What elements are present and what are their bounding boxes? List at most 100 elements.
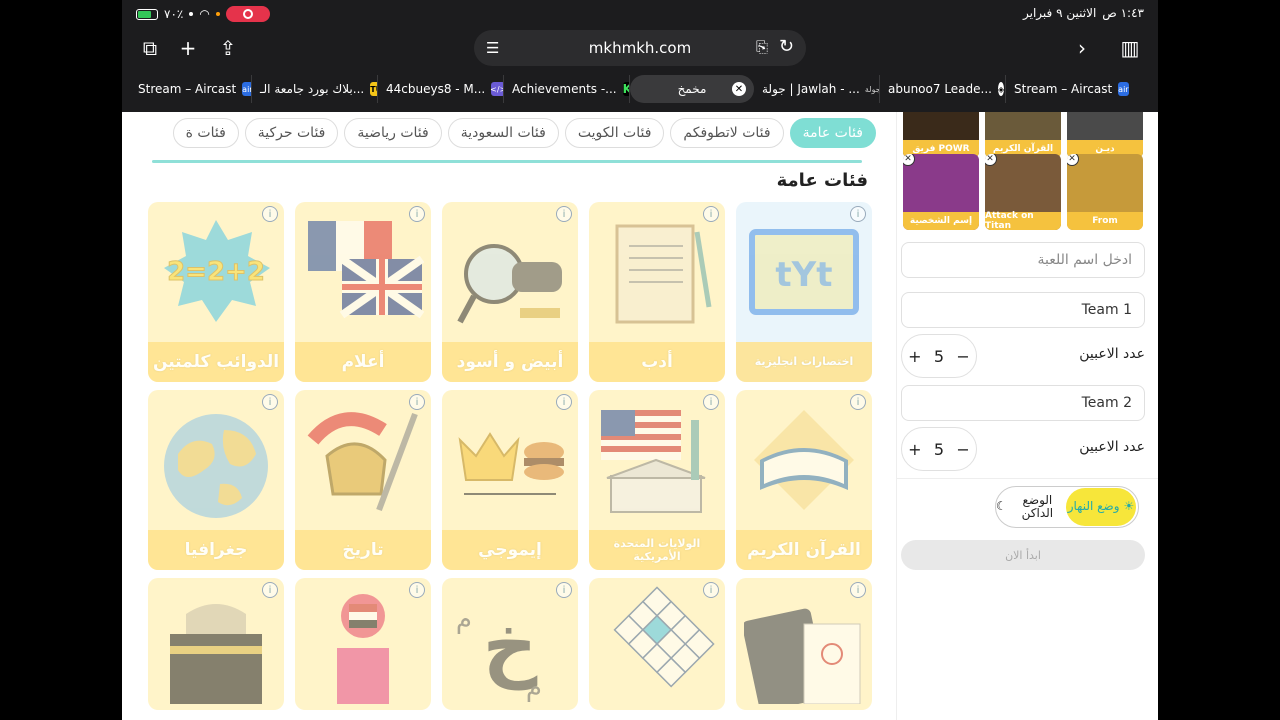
remove-icon[interactable]: ✕ [1067, 154, 1079, 166]
svg-text:2+2=2: 2+2=2 [167, 257, 265, 287]
tab-abunoo7[interactable]: abunoo7 Leade... ◈ [880, 75, 1006, 103]
info-icon[interactable]: i [409, 582, 425, 598]
card-label: تاريخ [295, 530, 431, 570]
web-page: فئات عامة فئات لاتطوفكم فئات الكويت فئات… [122, 112, 1158, 720]
selected-categories-top-row: فريق POWR القرآن الكريم ديـن [903, 112, 1147, 158]
selected-category[interactable]: إسم الشخصية ✕ [903, 154, 979, 230]
category-pill-kuwait[interactable]: فئات الكويت [564, 118, 665, 148]
info-icon[interactable]: i [556, 582, 572, 598]
team1-name-input[interactable]: Team 1 [901, 292, 1145, 328]
theme-toggle[interactable]: ☀ وضع النهار الوضع الداكن ☾ [995, 486, 1139, 528]
remove-icon[interactable]: ✕ [903, 154, 915, 166]
day-mode-option[interactable]: ☀ وضع النهار [1066, 488, 1136, 526]
category-pill-movement[interactable]: فئات حركية [244, 118, 339, 148]
category-card[interactable]: تاريخ i [295, 390, 431, 570]
category-card[interactable]: إيموجي i [442, 390, 578, 570]
remove-icon[interactable]: ✕ [985, 154, 997, 166]
info-icon[interactable]: i [556, 206, 572, 222]
category-card[interactable]: أعلام i [295, 202, 431, 382]
info-icon[interactable]: i [409, 206, 425, 222]
passport-art-icon [736, 578, 872, 710]
close-tab-icon[interactable]: ✕ [732, 82, 746, 96]
selected-category[interactable]: ديـن [1067, 112, 1143, 158]
tab-achievements[interactable]: Achievements -... K [504, 75, 630, 103]
category-card[interactable]: i [589, 578, 725, 710]
info-icon[interactable]: i [556, 394, 572, 410]
info-icon[interactable]: i [409, 394, 425, 410]
info-icon[interactable]: i [850, 582, 866, 598]
divider [897, 478, 1158, 479]
category-card[interactable]: الولايات المتحدة الأمريكية i [589, 390, 725, 570]
forward-icon[interactable]: › [1066, 32, 1098, 64]
tab-mkhmkh-active[interactable]: مخمخ ✕ [630, 75, 754, 103]
screen: ٧٠٪ ◠ ١:٤٣ ص الاثنين ٩ فبراير ⧉ + ⇪ ☰ mk… [0, 0, 1280, 720]
tab-jawlah[interactable]: جولة | Jawlah - ... جولة [754, 75, 880, 103]
tab-blackboard[interactable]: بلاك بورد جامعة الـ... TU [252, 75, 378, 103]
share-icon[interactable]: ⇪ [212, 32, 244, 64]
increment-icon[interactable]: + [908, 347, 921, 366]
record-icon [242, 9, 253, 19]
category-pill-general[interactable]: فئات عامة [789, 118, 876, 148]
category-card[interactable]: i [148, 578, 284, 710]
info-icon[interactable]: i [262, 394, 278, 410]
section-title: فئات عامة [776, 170, 868, 191]
info-icon[interactable]: i [262, 582, 278, 598]
new-tab-icon[interactable]: + [172, 32, 204, 64]
decrement-icon[interactable]: − [956, 440, 969, 459]
translate-icon[interactable]: ⎘ [756, 38, 768, 56]
card-label: جغرافيا [148, 530, 284, 570]
decrement-icon[interactable]: − [956, 347, 969, 366]
info-icon[interactable]: i [703, 206, 719, 222]
selected-category[interactable]: القرآن الكريم [985, 112, 1061, 158]
category-pill-sports[interactable]: فئات رياضية [344, 118, 442, 148]
category-card[interactable]: أبيض و أسود i [442, 202, 578, 382]
category-pill-more[interactable]: فئات ة [172, 118, 239, 148]
mic-indicator-icon [215, 12, 220, 16]
tabs-overview-icon[interactable]: ⧉ [134, 32, 166, 64]
category-pill-saudi[interactable]: فئات السعودية [447, 118, 559, 148]
category-card[interactable]: i [736, 578, 872, 710]
selected-category[interactable]: From ✕ [1067, 154, 1143, 230]
game-name-input[interactable]: ادخل اسم اللعبة [901, 242, 1145, 278]
category-pill-latatofkom[interactable]: فئات لاتطوفكم [670, 118, 784, 148]
reader-mode-icon[interactable]: ☰ [486, 39, 499, 57]
svg-text:م: م [526, 673, 542, 703]
category-card[interactable]: جغرافيا i [148, 390, 284, 570]
info-icon[interactable]: i [262, 206, 278, 222]
screen-recording-indicator[interactable] [225, 6, 270, 22]
info-icon[interactable]: i [850, 394, 866, 410]
emoji-art-icon [442, 390, 578, 530]
tab-stream-aircast-2[interactable]: Stream – Aircast air [1006, 75, 1132, 103]
info-icon[interactable]: i [703, 394, 719, 410]
reload-icon[interactable]: ↻ [779, 36, 794, 57]
code-favicon-icon: </> [490, 82, 503, 96]
kaaba-art-icon [148, 578, 284, 710]
info-icon[interactable]: i [703, 582, 719, 598]
category-card[interactable]: خمم i [442, 578, 578, 710]
dark-mode-option[interactable]: الوضع الداكن ☾ [996, 493, 1064, 520]
arabic-letters-art-icon: خمم [442, 578, 578, 710]
team2-players-stepper: + 5 − [901, 427, 977, 471]
abbreviations-art-icon: tYt [736, 202, 872, 342]
category-card[interactable]: 2+2=2 الدوائب كلمتين i [148, 202, 284, 382]
team2-name-input[interactable]: Team 2 [901, 385, 1145, 421]
kick-favicon-icon: K [622, 82, 629, 96]
selected-category[interactable]: Attack on Titan ✕ [985, 154, 1061, 230]
card-label: الولايات المتحدة الأمريكية [589, 530, 725, 570]
url-text: mkhmkh.com [588, 39, 692, 57]
address-bar[interactable]: ☰ mkhmkh.com ⎘ ↻ [474, 30, 806, 66]
category-card[interactable]: i [295, 578, 431, 710]
category-card[interactable]: القرآن الكريم i [736, 390, 872, 570]
start-button[interactable]: ابدأ الان [901, 540, 1145, 570]
info-icon[interactable]: i [850, 206, 866, 222]
selected-category[interactable]: فريق POWR [903, 112, 979, 158]
tab-44cbueys8[interactable]: 44cbueys8 - M... </> [378, 75, 504, 103]
increment-icon[interactable]: + [908, 440, 921, 459]
tab-stream-aircast[interactable]: Stream – Aircast air [130, 75, 252, 103]
jawlah-favicon-icon: جولة [864, 84, 880, 94]
status-date: الاثنين ٩ فبراير [1023, 6, 1097, 20]
sidebar-icon[interactable]: ▥ [1114, 32, 1146, 64]
category-card[interactable]: أدب i [589, 202, 725, 382]
selected-caption: إسم الشخصية [903, 212, 979, 230]
category-card[interactable]: tYt اختصارات انجليزية i [736, 202, 872, 382]
